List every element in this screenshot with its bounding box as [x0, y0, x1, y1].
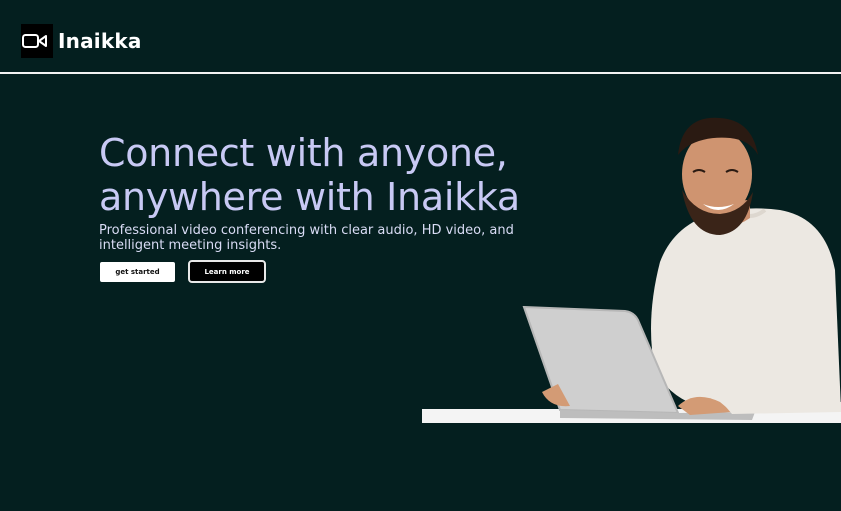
learn-more-button[interactable]: Learn more — [188, 260, 266, 283]
header-divider — [0, 72, 841, 74]
video-camera-icon — [21, 24, 53, 58]
hero-image-person-with-laptop — [422, 117, 841, 423]
get-started-button[interactable]: get started — [100, 262, 175, 282]
brand-logo[interactable]: Inaikka — [21, 24, 142, 58]
brand-name: Inaikka — [58, 29, 142, 53]
